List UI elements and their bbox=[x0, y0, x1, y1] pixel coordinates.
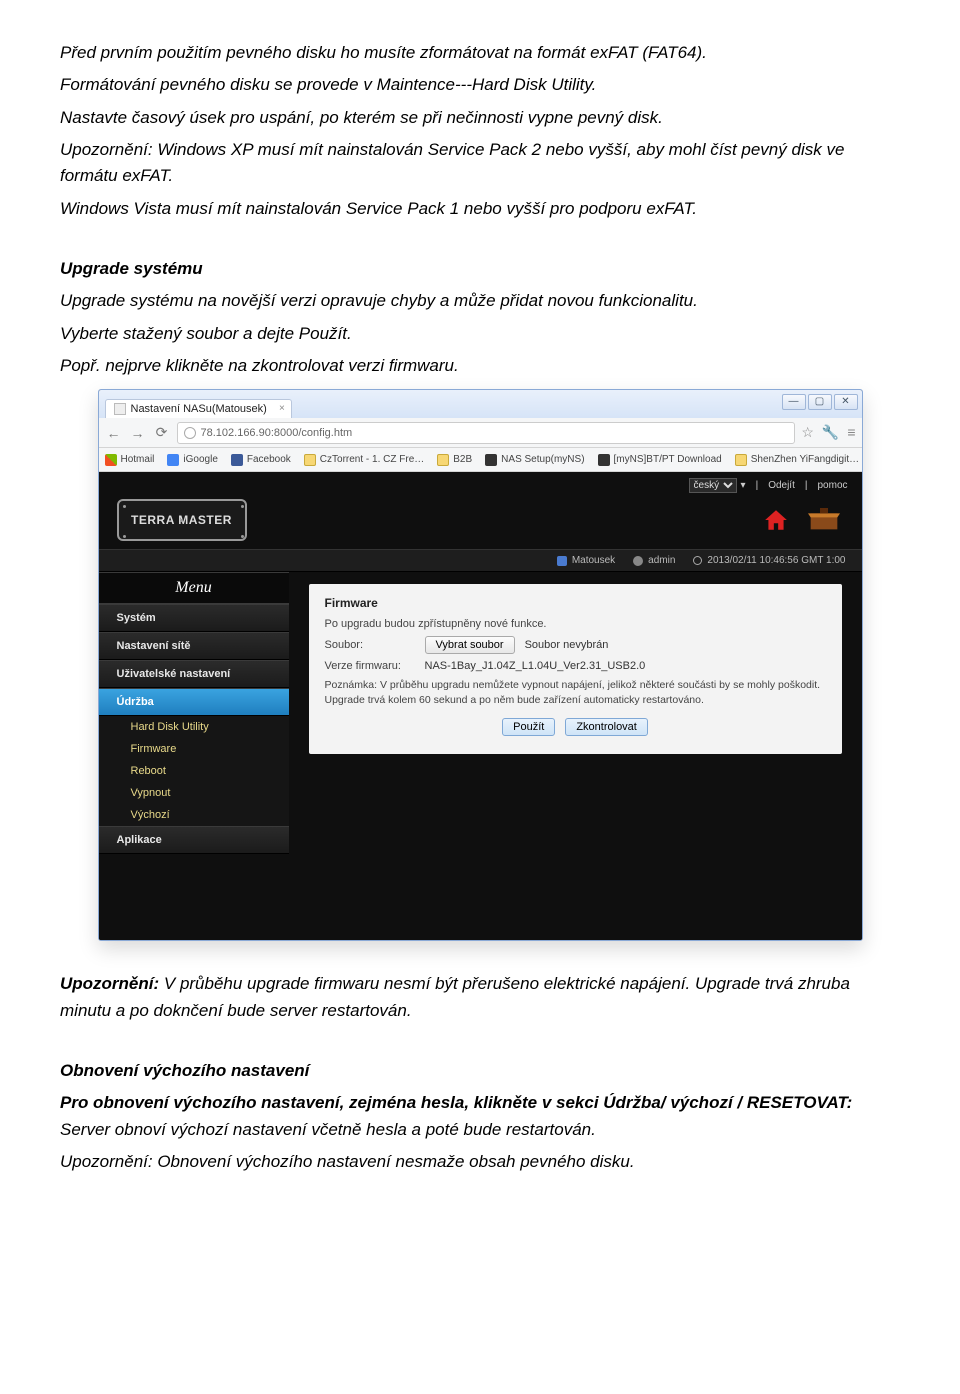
tab-title: Nastavení NASu(Matousek) bbox=[131, 403, 267, 415]
hotmail-icon bbox=[105, 454, 117, 466]
warn-label: Upozornění: bbox=[60, 974, 159, 993]
wrench-icon[interactable]: 🔧 bbox=[822, 424, 839, 441]
bookmark-item[interactable]: CzTorrent - 1. CZ Fre… bbox=[304, 454, 424, 466]
apply-button[interactable]: Použít bbox=[502, 718, 555, 736]
para: Před prvním použitím pevného disku ho mu… bbox=[60, 40, 900, 66]
para: Nastavte časový úsek pro uspání, po kter… bbox=[60, 105, 900, 131]
menu-icon[interactable]: ≡ bbox=[847, 424, 855, 441]
folder-icon bbox=[304, 454, 316, 466]
choose-file-button[interactable]: Vybrat soubor bbox=[425, 636, 515, 654]
submenu-hdd-utility[interactable]: Hard Disk Utility bbox=[99, 716, 289, 738]
globe-icon bbox=[184, 427, 196, 439]
separator: | bbox=[805, 480, 808, 491]
datetime: 2013/02/11 10:46:56 GMT 1:00 bbox=[707, 555, 845, 566]
home-icon[interactable] bbox=[756, 503, 796, 537]
brand-logo: TERRA MASTER bbox=[117, 499, 247, 541]
folder-icon bbox=[735, 454, 747, 466]
panel-note: Poznámka: V průběhu upgradu nemůžete vyp… bbox=[325, 678, 826, 707]
chevron-down-icon: ▾ bbox=[741, 480, 746, 491]
close-button[interactable]: ✕ bbox=[834, 394, 858, 410]
browser-tab[interactable]: Nastavení NASu(Matousek) × bbox=[105, 399, 292, 418]
status-strip: Matousek admin 2013/02/11 10:46:56 GMT 1… bbox=[99, 549, 862, 572]
no-file-text: Soubor nevybrán bbox=[525, 639, 609, 651]
document-body-lower: Upozornění: V průběhu upgrade firmwaru n… bbox=[60, 971, 900, 1175]
logout-link[interactable]: Odejít bbox=[768, 480, 795, 491]
tab-close-icon[interactable]: × bbox=[279, 403, 285, 414]
maximize-button[interactable]: ▢ bbox=[808, 394, 832, 410]
submenu-shutdown[interactable]: Vypnout bbox=[99, 782, 289, 804]
sidebar-item-user[interactable]: Uživatelské nastavení bbox=[99, 660, 289, 688]
para: Upozornění: V průběhu upgrade firmwaru n… bbox=[60, 971, 900, 1024]
user-icon bbox=[633, 556, 643, 566]
sidebar-item-system[interactable]: Systém bbox=[99, 604, 289, 632]
bookmark-item[interactable]: Facebook bbox=[231, 454, 291, 466]
page-icon bbox=[114, 403, 126, 415]
version-value: NAS-1Bay_J1.04Z_L1.04U_Ver2.31_USB2.0 bbox=[425, 660, 646, 672]
user-name: admin bbox=[648, 555, 675, 566]
clock-icon bbox=[693, 556, 702, 565]
panel-intro: Po upgradu budou zpřístupněny nové funkc… bbox=[325, 618, 826, 630]
firmware-panel: Firmware Po upgradu budou zpřístupněny n… bbox=[309, 584, 842, 753]
nas-icon bbox=[598, 454, 610, 466]
sidebar-item-applications[interactable]: Aplikace bbox=[99, 826, 289, 854]
address-bar: ← → ⟳ 78.102.166.90:8000/config.htm ☆ 🔧 … bbox=[99, 418, 862, 448]
sidebar: Menu Systém Nastavení sítě Uživatelské n… bbox=[99, 572, 289, 854]
case-icon[interactable] bbox=[804, 503, 844, 537]
separator: | bbox=[756, 480, 759, 491]
version-label: Verze firmwaru: bbox=[325, 660, 415, 672]
reload-button[interactable]: ⟳ bbox=[153, 424, 171, 442]
para: Formátování pevného disku se provede v M… bbox=[60, 72, 900, 98]
main-content: Firmware Po upgradu budou zpřístupněny n… bbox=[289, 572, 862, 773]
heading-upgrade: Upgrade systému bbox=[60, 256, 900, 282]
host-name: Matousek bbox=[572, 555, 615, 566]
bookmark-item[interactable]: NAS Setup(myNS) bbox=[485, 454, 584, 466]
url-text: 78.102.166.90:8000/config.htm bbox=[201, 427, 353, 439]
monitor-icon bbox=[557, 556, 567, 566]
para: Popř. nejprve klikněte na zkontrolovat v… bbox=[60, 353, 900, 379]
file-label: Soubor: bbox=[325, 639, 415, 651]
browser-titlebar: Nastavení NASu(Matousek) × — ▢ ✕ bbox=[99, 390, 862, 418]
minimize-button[interactable]: — bbox=[782, 394, 806, 410]
forward-button[interactable]: → bbox=[129, 424, 147, 442]
bookmark-item[interactable]: Hotmail bbox=[105, 454, 155, 466]
submenu-default[interactable]: Výchozí bbox=[99, 804, 289, 826]
window-controls: — ▢ ✕ bbox=[782, 394, 858, 410]
screenshot-browser: Nastavení NASu(Matousek) × — ▢ ✕ ← → ⟳ 7… bbox=[60, 389, 900, 941]
nas-admin-app: český ▾ | Odejít | pomoc TERRA MASTER bbox=[99, 472, 862, 941]
nas-icon bbox=[485, 454, 497, 466]
para: Upgrade systému na novější verzi opravuj… bbox=[60, 288, 900, 314]
bookmark-item[interactable]: ShenZhen YiFangdigit… bbox=[735, 454, 859, 466]
star-icon[interactable]: ☆ bbox=[801, 424, 814, 441]
folder-icon bbox=[437, 454, 449, 466]
back-button[interactable]: ← bbox=[105, 424, 123, 442]
submenu-reboot[interactable]: Reboot bbox=[99, 760, 289, 782]
para: Upozornění: Obnovení výchozího nastavení… bbox=[60, 1149, 900, 1175]
language-select[interactable]: český ▾ bbox=[689, 478, 746, 493]
bookmarks-bar: Hotmail iGoogle Facebook CzTorrent - 1. … bbox=[99, 448, 862, 472]
heading-reset: Obnovení výchozího nastavení bbox=[60, 1058, 900, 1084]
submenu-firmware[interactable]: Firmware bbox=[99, 738, 289, 760]
check-button[interactable]: Zkontrolovat bbox=[565, 718, 648, 736]
bookmark-item[interactable]: [myNS]BT/PT Download bbox=[598, 454, 722, 466]
para: Windows Vista musí mít nainstalován Serv… bbox=[60, 196, 900, 222]
url-input[interactable]: 78.102.166.90:8000/config.htm bbox=[177, 422, 796, 444]
para: Pro obnovení výchozího nastavení, zejmén… bbox=[60, 1090, 900, 1143]
document-body: Před prvním použitím pevného disku ho mu… bbox=[60, 40, 900, 379]
bookmark-item[interactable]: iGoogle bbox=[167, 454, 217, 466]
menu-header: Menu bbox=[99, 572, 289, 604]
sidebar-item-network[interactable]: Nastavení sítě bbox=[99, 632, 289, 660]
help-link[interactable]: pomoc bbox=[817, 480, 847, 491]
para: Upozornění: Windows XP musí mít nainstal… bbox=[60, 137, 900, 190]
facebook-icon bbox=[231, 454, 243, 466]
sidebar-item-maintenance[interactable]: Údržba bbox=[99, 688, 289, 716]
bookmark-item[interactable]: B2B bbox=[437, 454, 472, 466]
igoogle-icon bbox=[167, 454, 179, 466]
para: Vyberte stažený soubor a dejte Použít. bbox=[60, 321, 900, 347]
panel-title: Firmware bbox=[325, 596, 826, 610]
